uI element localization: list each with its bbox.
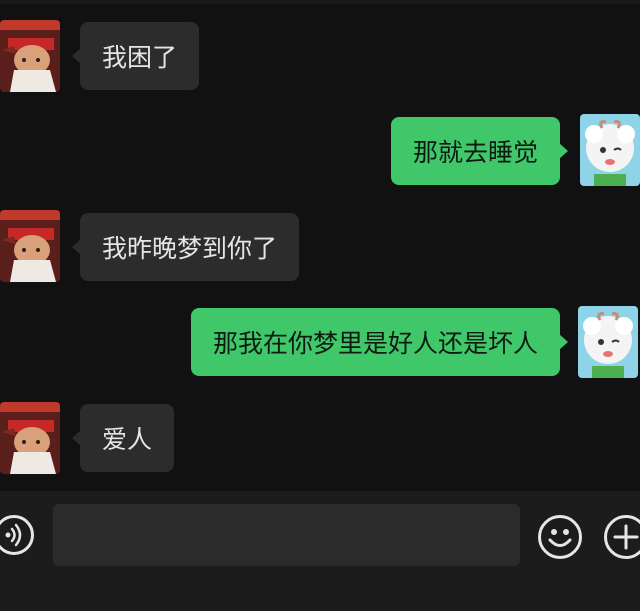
emoji-button[interactable] bbox=[538, 515, 582, 559]
emoji-icon bbox=[548, 529, 572, 547]
user-avatar[interactable] bbox=[580, 114, 640, 186]
message-text: 我昨晚梦到你了 bbox=[102, 234, 278, 263]
chat-message-list: 我困了 那就去睡觉 我昨晚梦到你了 那我在你梦里是好人还是坏人 爱人 bbox=[0, 0, 640, 491]
message-text: 那就去睡觉 bbox=[412, 138, 538, 167]
user-avatar-image bbox=[580, 114, 640, 186]
plus-icon bbox=[613, 524, 639, 550]
message-input-bar bbox=[0, 491, 640, 611]
top-divider bbox=[0, 0, 640, 4]
contact-avatar-image bbox=[0, 20, 60, 92]
contact-avatar-image bbox=[0, 402, 60, 474]
message-text-input[interactable] bbox=[53, 504, 520, 566]
more-options-button[interactable] bbox=[604, 515, 640, 559]
message-bubble-incoming[interactable]: 我昨晚梦到你了 bbox=[71, 213, 300, 281]
message-bubble-incoming[interactable]: 爱人 bbox=[71, 404, 175, 472]
contact-avatar[interactable] bbox=[0, 20, 60, 92]
user-avatar[interactable] bbox=[578, 306, 638, 378]
message-text: 那我在你梦里是好人还是坏人 bbox=[212, 329, 538, 358]
contact-avatar[interactable] bbox=[0, 210, 60, 282]
message-bubble-incoming[interactable]: 我困了 bbox=[71, 22, 200, 90]
contact-avatar-image bbox=[0, 210, 60, 282]
message-text: 爱人 bbox=[102, 425, 153, 454]
user-avatar-image bbox=[578, 306, 638, 378]
contact-avatar[interactable] bbox=[0, 402, 60, 474]
message-bubble-outgoing[interactable]: 那就去睡觉 bbox=[390, 117, 569, 185]
message-bubble-outgoing[interactable]: 那我在你梦里是好人还是坏人 bbox=[190, 308, 569, 376]
message-text: 我困了 bbox=[102, 43, 178, 72]
voice-icon bbox=[5, 523, 22, 547]
voice-input-button[interactable] bbox=[0, 515, 34, 555]
